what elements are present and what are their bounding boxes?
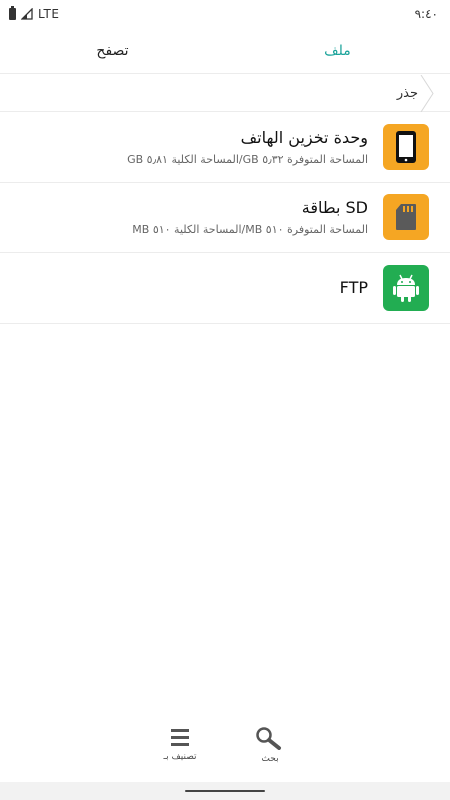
list-item-subtitle: المساحة المتوفرة ٥١٠ MB/المساحة الكلية ٥… — [132, 223, 368, 237]
tab-file[interactable]: ملف — [225, 28, 450, 73]
list-item-subtitle: المساحة المتوفرة ٥٫٣٢ GB/المساحة الكلية … — [127, 152, 368, 166]
battery-icon — [9, 6, 16, 20]
menu-icon — [171, 729, 189, 746]
android-icon — [383, 264, 429, 311]
list-item-title: بطاقة SD — [301, 198, 368, 218]
list-item-sd-card[interactable]: بطاقة SD المساحة المتوفرة ٥١٠ MB/المساحة… — [0, 183, 450, 253]
sort-button[interactable]: تصنيف بـ — [158, 726, 202, 782]
search-label: بحث — [261, 754, 279, 764]
list-item-title: وحدة تخزين الهاتف — [240, 127, 368, 147]
search-button[interactable]: بحث — [248, 726, 292, 782]
storage-list: وحدة تخزين الهاتف المساحة المتوفرة ٥٫٣٢ … — [0, 112, 450, 324]
network-type: LTE — [38, 7, 60, 21]
file-manager-screen: LTE ٩:٤٠ تصفح ملف جذر وحدة تخزين الهاتف … — [0, 0, 450, 800]
list-item-text: بطاقة SD المساحة المتوفرة ٥١٠ MB/المساحة… — [9, 197, 383, 237]
system-nav-bar — [0, 782, 450, 800]
breadcrumb-root-label: جذر — [396, 85, 418, 101]
list-item-phone-storage[interactable]: وحدة تخزين الهاتف المساحة المتوفرة ٥٫٣٢ … — [0, 112, 450, 183]
signal-icon — [21, 8, 33, 20]
breadcrumb: جذر — [0, 74, 450, 112]
sd-card-icon — [383, 194, 429, 241]
home-indicator[interactable] — [185, 790, 265, 792]
breadcrumb-root[interactable]: جذر — [396, 74, 434, 112]
status-indicators: LTE — [9, 6, 60, 21]
status-bar: LTE ٩:٤٠ — [0, 0, 450, 28]
bottom-toolbar: تصنيف بـ بحث — [0, 726, 450, 782]
chevron-right-icon — [420, 74, 434, 112]
tab-bar: تصفح ملف — [0, 28, 450, 74]
phone-icon — [383, 123, 429, 170]
tab-browse[interactable]: تصفح — [0, 28, 225, 73]
search-icon — [256, 727, 281, 750]
sort-label: تصنيف بـ — [163, 752, 197, 762]
list-item-ftp[interactable]: FTP — [0, 253, 450, 324]
list-item-text: وحدة تخزين الهاتف المساحة المتوفرة ٥٫٣٢ … — [9, 127, 383, 167]
list-item-title: FTP — [339, 277, 368, 297]
list-item-text: FTP — [9, 277, 383, 299]
clock: ٩:٤٠ — [414, 7, 438, 21]
